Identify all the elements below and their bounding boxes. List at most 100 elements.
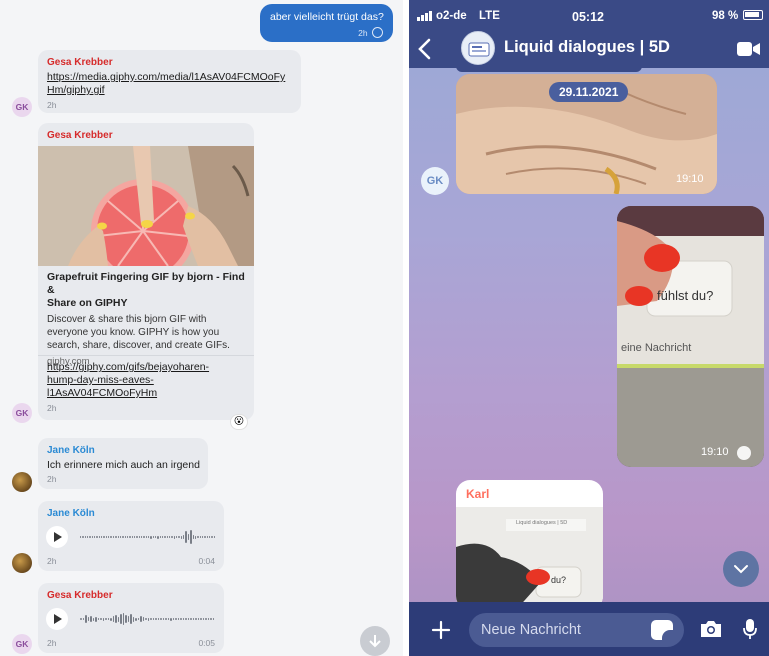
voice-message-bubble[interactable]: Gesa Krebber 2h 0:05 xyxy=(38,583,224,653)
media-photo-hand[interactable]: 29.11.2021 19:10 xyxy=(456,74,717,194)
waveform-bar xyxy=(95,616,97,622)
waveform-bar xyxy=(207,618,209,620)
message-input[interactable]: Neue Nachricht xyxy=(469,613,684,647)
signal-icon xyxy=(417,11,432,21)
arrow-down-icon xyxy=(369,635,381,648)
waveform-bar xyxy=(147,617,149,621)
waveform-bar xyxy=(202,618,204,620)
waveform-bar xyxy=(178,536,180,538)
avatar-jane[interactable] xyxy=(12,472,32,492)
waveform-bar xyxy=(145,536,147,538)
message-bubble-text[interactable]: Jane Köln Ich erinnere mich auch an irge… xyxy=(38,438,208,489)
voice-waveform[interactable] xyxy=(80,611,215,627)
waveform-bar xyxy=(197,618,199,620)
waveform-bar xyxy=(164,536,166,538)
camera-icon[interactable] xyxy=(699,619,723,639)
waveform-bar xyxy=(197,536,199,538)
group-avatar[interactable] xyxy=(461,31,495,65)
avatar-gk[interactable]: GK xyxy=(12,97,32,117)
waveform-bar xyxy=(82,618,84,620)
play-button[interactable] xyxy=(46,526,68,548)
grapefruit-illustration xyxy=(38,146,254,266)
waveform-bar xyxy=(90,616,92,622)
waveform-bar xyxy=(103,536,105,538)
waveform-bar xyxy=(101,536,103,538)
waveform-bar xyxy=(136,536,138,538)
gif-preview-image[interactable] xyxy=(38,146,254,266)
waveform-bar xyxy=(108,536,110,538)
screen-text-nachricht: eine Nachricht xyxy=(621,342,692,354)
waveform-bar xyxy=(115,615,117,623)
waveform-bar xyxy=(157,535,159,539)
giphy-link[interactable]: https://media.giphy.com/media/l1AsAV04FC… xyxy=(47,71,292,97)
microphone-icon[interactable] xyxy=(743,618,757,640)
plus-icon[interactable] xyxy=(431,620,451,640)
video-camera-icon[interactable] xyxy=(737,41,761,57)
waveform-bar xyxy=(180,618,182,620)
sender-name: Jane Köln xyxy=(47,508,95,519)
waveform-bar xyxy=(89,536,91,538)
waveform-bar xyxy=(80,618,82,620)
voice-duration: 0:05 xyxy=(198,638,215,648)
chevron-left-icon[interactable] xyxy=(417,38,433,60)
avatar-jane[interactable] xyxy=(12,553,32,573)
waveform-bar xyxy=(131,536,133,538)
screen-photo-illustration xyxy=(617,206,764,467)
waveform-bar xyxy=(82,536,84,538)
waveform-bar xyxy=(91,536,94,538)
waveform-bar xyxy=(84,536,87,538)
preview-title[interactable]: Grapefruit Fingering GIF by bjorn - Find… xyxy=(47,271,247,310)
waveform-bar xyxy=(185,531,187,543)
waveform-bar xyxy=(122,536,124,538)
play-button[interactable] xyxy=(46,608,68,630)
waveform-bar xyxy=(122,613,124,625)
message-text: Ich erinnere mich auch an irgend xyxy=(47,459,200,471)
right-chat-panel: o2-de LTE 05:12 98 % Liquid dialogues | … xyxy=(409,0,769,656)
waveform-bar xyxy=(129,536,131,538)
waveform-bar xyxy=(194,535,197,539)
message-bubble-link[interactable]: Gesa Krebber https://media.giphy.com/med… xyxy=(38,50,301,113)
waveform-bar xyxy=(176,536,178,538)
outgoing-message[interactable]: aber vielleicht trügt das? 2h xyxy=(260,4,393,42)
waveform-bar xyxy=(192,618,194,620)
karl-message-bubble[interactable]: Karl Liquid dialogues | 5D du? xyxy=(456,480,603,610)
avatar-gk[interactable]: GK xyxy=(12,634,32,654)
waveform-bar xyxy=(192,535,194,539)
reaction-badge[interactable]: 😮 xyxy=(230,414,248,430)
giphy-link[interactable]: https://giphy.com/gifs/bejayoharen-hump-… xyxy=(47,361,209,400)
waveform-bar xyxy=(171,536,173,538)
avatar-gk[interactable]: GK xyxy=(421,167,449,195)
waveform-bar xyxy=(175,618,177,620)
waveform-bar xyxy=(87,536,89,538)
waveform-bar xyxy=(204,536,206,538)
sender-name-karl: Karl xyxy=(466,487,490,501)
waveform-bar xyxy=(187,534,190,540)
outgoing-message-text: aber vielleicht trügt das? xyxy=(270,11,384,23)
sender-name: Gesa Krebber xyxy=(47,57,113,68)
waveform-bar xyxy=(195,618,197,620)
chat-title[interactable]: Liquid dialogues | 5D xyxy=(504,38,670,57)
waveform-bar xyxy=(92,617,94,621)
message-bubble-preview[interactable]: Gesa Krebber Grapefruit Fingering GIF by… xyxy=(38,123,254,420)
waveform-bar xyxy=(185,618,187,620)
waveform-bar xyxy=(120,614,122,624)
voice-waveform[interactable] xyxy=(80,529,215,545)
waveform-bar xyxy=(110,617,112,621)
waveform-bar xyxy=(212,618,214,620)
sticker-icon[interactable] xyxy=(651,620,673,640)
waveform-bar xyxy=(210,618,212,620)
scroll-to-bottom-button[interactable] xyxy=(360,626,390,656)
media-photo-screen[interactable]: fühlst du? eine Nachricht 19:10 xyxy=(617,206,764,467)
avatar-gk[interactable]: GK xyxy=(12,403,32,423)
scroll-to-bottom-button[interactable] xyxy=(723,551,759,587)
message-input-placeholder: Neue Nachricht xyxy=(481,622,581,638)
karl-media[interactable]: Liquid dialogues | 5D du? xyxy=(456,507,603,610)
waveform-bar xyxy=(137,618,139,620)
waveform-bar xyxy=(160,618,162,620)
waveform-bar xyxy=(94,536,96,538)
voice-message-bubble[interactable]: Jane Köln 2h 0:04 xyxy=(38,501,224,571)
waveform-bar xyxy=(112,536,115,538)
status-bar: o2-de LTE 05:12 98 % xyxy=(409,0,769,30)
waveform-bar xyxy=(124,536,126,538)
waveform-bar xyxy=(87,617,89,621)
